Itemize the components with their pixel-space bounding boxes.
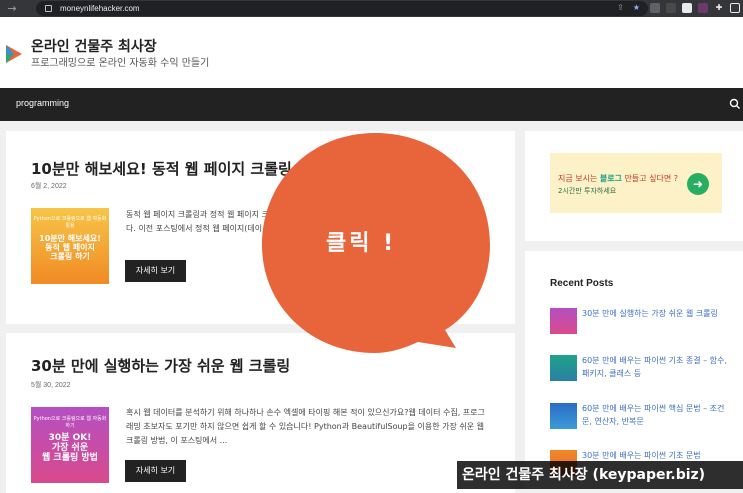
recent-post-link[interactable]: 30분 만에 실행하는 가장 쉬운 웹 크롤링 xyxy=(582,307,732,320)
recent-post-thumbnail[interactable] xyxy=(550,355,577,381)
address-bar[interactable]: moneynlifehacker.com ⇪ ★ xyxy=(36,1,648,16)
sidebar-icon[interactable] xyxy=(730,3,740,13)
post-card: 30분 만에 실행하는 가장 쉬운 웹 크롤링 5월 30, 2022 Pyth… xyxy=(6,333,515,493)
recent-post-link[interactable]: 60분 만에 배우는 파이썬 핵심 문법 – 조건문, 연산자, 반복문 xyxy=(582,402,732,428)
banner-headline: 지금 보시는 블로그 만들고 싶다면 ? xyxy=(558,174,679,183)
post-thumbnail[interactable]: Python으로 크롤링으로 웹 자동화 하기 30분 OK! 가장 쉬운 웹 … xyxy=(31,407,109,483)
search-icon[interactable] xyxy=(729,98,741,110)
recent-post-thumbnail[interactable] xyxy=(550,308,577,334)
extension-icon[interactable] xyxy=(682,3,692,13)
thumbnail-headline: 30분 OK! 가장 쉬운 웹 크롤링 방법 xyxy=(42,433,98,463)
forward-icon[interactable]: → xyxy=(0,2,24,15)
post-title[interactable]: 30분 만에 실행하는 가장 쉬운 웹 크롤링 xyxy=(31,355,361,376)
watermark: 온라인 건물주 최사장 (keypaper.biz) xyxy=(457,461,743,489)
main-navigation: programming xyxy=(0,88,743,121)
promo-banner[interactable]: 지금 보시는 블로그 만들고 싶다면 ? 2시간만 투자하세요 ➜ xyxy=(550,153,722,213)
share-icon[interactable]: ⇪ xyxy=(617,3,624,12)
thumbnail-caption: Python으로 크롤링으로 웹 자동화 하기 xyxy=(33,416,107,429)
site-logo-icon[interactable] xyxy=(4,43,24,65)
site-header: 온라인 건물주 최사장 프로그래밍으로 온라인 자동화 수익 만들기 xyxy=(0,17,743,88)
post-excerpt: 혹시 웹 데이터를 분석하기 위해 하나하나 손수 엑셀에 타이핑 해본 적이 … xyxy=(126,408,485,445)
address-url[interactable]: moneynlifehacker.com xyxy=(60,4,140,13)
nav-item-programming[interactable]: programming xyxy=(16,98,69,108)
post-thumbnail[interactable]: Python으로 크롤링으로 웹 자동화 활용 10분만 해보세요! 동적 웹 … xyxy=(31,208,109,284)
site-title[interactable]: 온라인 건물주 최사장 xyxy=(31,36,157,56)
extension-icon[interactable] xyxy=(698,3,708,13)
read-more-button[interactable]: 자세히 보기 xyxy=(125,460,186,482)
thumbnail-headline: 10분만 해보세요! 동적 웹 페이지 크롤링 하기 xyxy=(39,234,101,261)
post-card: 10분만 해보세요! 동적 웹 페이지 크롤링 (Se 6월 2, 2022 P… xyxy=(6,131,515,324)
list-item[interactable]: 60분 만에 배우는 파이썬 핵심 문법 – 조건문, 연산자, 반복문 xyxy=(550,403,740,443)
post-date: 6월 2, 2022 xyxy=(31,183,67,190)
lock-icon xyxy=(45,5,52,12)
arrow-right-icon[interactable]: ➜ xyxy=(687,173,709,195)
extensions-bar: ✚ xyxy=(650,3,740,14)
recent-posts-title: Recent Posts xyxy=(550,278,614,289)
list-item[interactable]: 30분 만에 실행하는 가장 쉬운 웹 크롤링 xyxy=(550,308,740,348)
bookmark-star-icon[interactable]: ★ xyxy=(633,3,640,12)
thumbnail-caption: Python으로 크롤링으로 웹 자동화 활용 xyxy=(33,216,107,229)
extension-icon[interactable] xyxy=(666,3,676,13)
recent-post-thumbnail[interactable] xyxy=(550,403,577,429)
extension-icon[interactable] xyxy=(650,3,660,13)
post-date: 5월 30, 2022 xyxy=(31,382,71,389)
puzzle-icon[interactable]: ✚ xyxy=(714,3,724,13)
list-item[interactable]: 60분 만에 배우는 파이썬 기초 종결 – 함수, 패키지, 클래스 등 xyxy=(550,355,740,395)
bubble-text: 클릭 ! xyxy=(326,231,397,256)
post-title[interactable]: 10분만 해보세요! 동적 웹 페이지 크롤링 (Se xyxy=(31,158,361,179)
read-more-button[interactable]: 자세히 보기 xyxy=(125,260,186,282)
banner-subline: 2시간만 투자하세요 xyxy=(558,187,617,195)
recent-post-link[interactable]: 60분 만에 배우는 파이썬 기초 종결 – 함수, 패키지, 클래스 등 xyxy=(582,354,732,380)
post-excerpt: 동적 웹 페이지 크롤링과 정적 웹 페이지 크 ...는 동적 웹 페이지의 … xyxy=(126,210,482,233)
site-description: 프로그래밍으로 온라인 자동화 수익 만들기 xyxy=(31,58,210,69)
